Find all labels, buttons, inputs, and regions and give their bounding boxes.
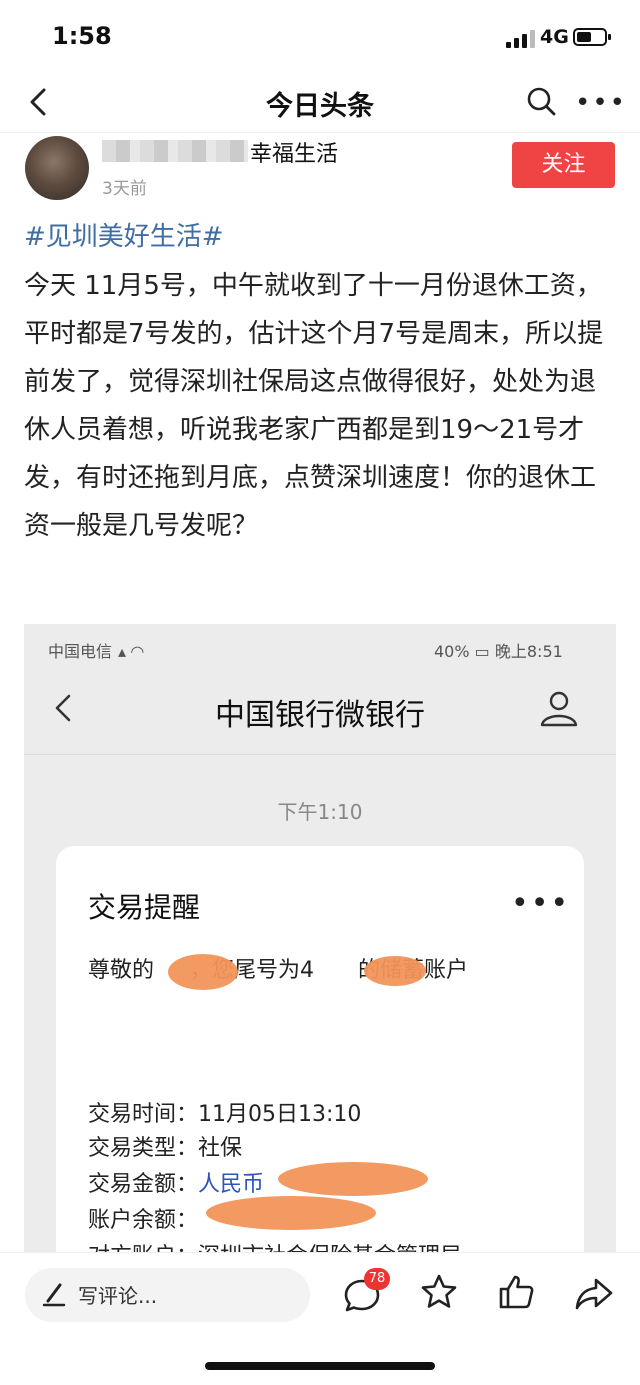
author-name[interactable]: 幸福生活 bbox=[250, 136, 338, 168]
battery-icon: ▭ bbox=[474, 642, 490, 661]
bottom-divider bbox=[0, 1252, 640, 1253]
redaction-mark bbox=[364, 956, 426, 986]
post-time: 3天前 bbox=[102, 179, 147, 199]
info-row: 交易金额：人民币 bbox=[88, 1172, 265, 1197]
redaction-mark bbox=[168, 954, 238, 990]
nav-divider bbox=[0, 132, 640, 133]
screenshot-title: 中国银行微银行 bbox=[215, 698, 425, 733]
favorite-icon[interactable] bbox=[419, 1272, 459, 1312]
avatar[interactable] bbox=[25, 136, 89, 200]
signal-icon bbox=[506, 30, 536, 48]
info-row: 交易类型：社保 bbox=[88, 1136, 243, 1161]
battery-percent: 40% bbox=[434, 642, 470, 661]
comment-placeholder[interactable]: 写评论... bbox=[78, 1280, 157, 1309]
transaction-card: 交易提醒 ••• 尊敬的，您尾号为4的储蓄账户 交易时间：11月05日13:10… bbox=[56, 846, 584, 1264]
comment-count-badge: 78 bbox=[364, 1268, 390, 1290]
more-icon[interactable]: ••• bbox=[575, 90, 627, 116]
screenshot-status-left: 中国电信 ▴ ◜◝ bbox=[48, 638, 144, 662]
screenshot-status-right: 40% ▭ 晚上8:51 bbox=[434, 638, 563, 662]
pen-icon bbox=[42, 1283, 66, 1307]
wifi-icon: ▴ ◜◝ bbox=[118, 642, 144, 661]
post-body: 今天 11月5号，中午就收到了十一月份退休工资，平时都是7号发的，估计这个月7号… bbox=[24, 271, 604, 541]
card-message: 尊敬的，您尾号为4的储蓄账户 bbox=[88, 954, 558, 988]
user-icon bbox=[540, 691, 578, 727]
redaction-mark bbox=[206, 1196, 376, 1230]
name-blurred bbox=[102, 140, 248, 162]
info-row: 交易时间：11月05日13:10 bbox=[88, 1102, 362, 1127]
status-time: 1:58 bbox=[52, 22, 112, 50]
search-icon[interactable] bbox=[526, 86, 556, 116]
comment-input[interactable] bbox=[25, 1268, 310, 1322]
redaction-mark bbox=[278, 1162, 428, 1196]
follow-button[interactable]: 关注 bbox=[512, 142, 615, 188]
hashtag-link[interactable]: #见圳美好生活# bbox=[24, 216, 224, 253]
msg-part-1: 尊敬的 bbox=[88, 958, 155, 983]
info-row: 账户余额： bbox=[88, 1208, 199, 1233]
share-icon[interactable] bbox=[574, 1274, 614, 1314]
card-more-icon: ••• bbox=[511, 886, 571, 921]
carrier-name: 中国电信 bbox=[48, 642, 113, 661]
embedded-screenshot[interactable]: 中国电信 ▴ ◜◝ 40% ▭ 晚上8:51 中国银行微银行 下午1:10 交易提… bbox=[24, 624, 616, 1264]
battery-icon bbox=[573, 28, 611, 46]
like-icon[interactable] bbox=[497, 1272, 537, 1312]
screenshot-clock: 晚上8:51 bbox=[494, 642, 563, 661]
home-indicator bbox=[205, 1362, 435, 1370]
network-type: 4G bbox=[540, 26, 569, 48]
message-time: 下午1:10 bbox=[277, 800, 363, 824]
card-title: 交易提醒 bbox=[88, 891, 201, 924]
screenshot-divider bbox=[24, 754, 616, 755]
